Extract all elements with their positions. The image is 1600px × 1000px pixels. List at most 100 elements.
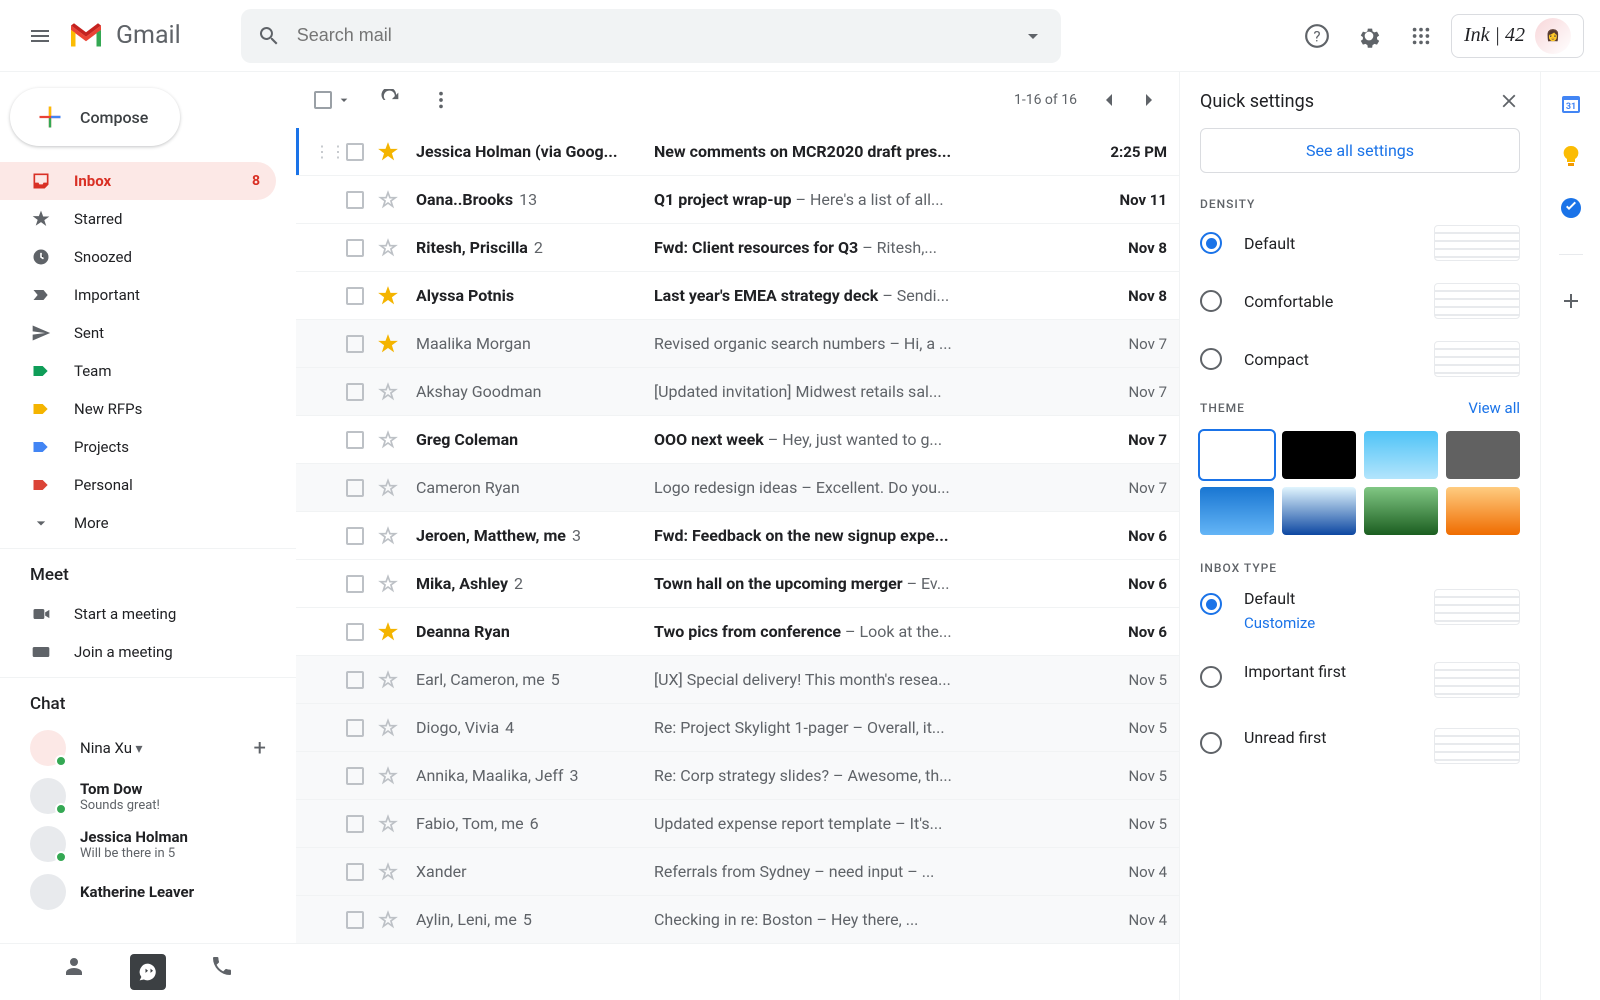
star-toggle[interactable] [378,286,400,306]
row-checkbox[interactable] [346,719,364,737]
star-toggle[interactable] [378,670,400,690]
star-toggle[interactable] [378,718,400,738]
star-toggle[interactable] [378,622,400,642]
see-all-settings-button[interactable]: See all settings [1200,128,1520,173]
search-options-icon[interactable] [1021,24,1045,48]
star-toggle[interactable] [378,526,400,546]
density-option-comfortable[interactable]: Comfortable [1200,283,1520,319]
meet-start-a-meeting[interactable]: Start a meeting [0,595,276,633]
account-chip[interactable]: Ink | 42 👩 [1451,14,1584,58]
row-checkbox[interactable] [346,383,364,401]
sidebar-item-inbox[interactable]: Inbox8 [0,162,276,200]
message-row[interactable]: ⋮⋮XanderReferrals from Sydney – need inp… [296,848,1179,896]
row-checkbox[interactable] [346,431,364,449]
theme-thumbnail[interactable] [1200,431,1274,479]
star-toggle[interactable] [378,430,400,450]
add-app-icon[interactable] [1559,289,1583,313]
search-input[interactable] [297,25,1021,46]
message-row[interactable]: ⋮⋮Fabio, Tom, me6Updated expense report … [296,800,1179,848]
theme-thumbnail[interactable] [1446,487,1520,535]
calendar-app-icon[interactable]: 31 [1559,92,1583,116]
message-row[interactable]: ⋮⋮Diogo, Vivia4Re: Project Skylight 1-pa… [296,704,1179,752]
gmail-logo[interactable]: Gmail [68,21,181,50]
sidebar-item-important[interactable]: Important [0,276,276,314]
tasks-app-icon[interactable] [1559,196,1583,220]
row-checkbox[interactable] [346,143,364,161]
row-checkbox[interactable] [346,863,364,881]
star-toggle[interactable] [378,574,400,594]
compose-button[interactable]: Compose [10,88,180,146]
message-row[interactable]: ⋮⋮Maalika MorganRevised organic search n… [296,320,1179,368]
row-checkbox[interactable] [346,191,364,209]
search-box[interactable] [241,9,1061,63]
message-row[interactable]: ⋮⋮Jeroen, Matthew, me3Fwd: Feedback on t… [296,512,1179,560]
drag-handle-icon[interactable]: ⋮⋮ [314,142,332,161]
message-row[interactable]: ⋮⋮Annika, Maalika, Jeff3Re: Corp strateg… [296,752,1179,800]
phone-icon[interactable] [210,954,234,978]
person-icon[interactable] [62,954,86,978]
message-row[interactable]: ⋮⋮Alyssa PotnisLast year's EMEA strategy… [296,272,1179,320]
main-menu-button[interactable] [16,12,64,60]
sidebar-item-projects[interactable]: Projects [0,428,276,466]
hangouts-icon[interactable] [130,954,166,990]
help-button[interactable]: ? [1295,14,1339,58]
message-row[interactable]: ⋮⋮Ritesh, Priscilla2Fwd: Client resource… [296,224,1179,272]
message-row[interactable]: ⋮⋮Greg ColemanOOO next week – Hey, just … [296,416,1179,464]
keep-app-icon[interactable] [1559,144,1583,168]
message-row[interactable]: ⋮⋮Jessica Holman (via Goog...New comment… [296,128,1179,176]
theme-thumbnail[interactable] [1282,487,1356,535]
inbox-type-important-first[interactable]: Important first [1200,662,1520,698]
row-checkbox[interactable] [346,239,364,257]
theme-thumbnail[interactable] [1364,487,1438,535]
settings-button[interactable] [1347,14,1391,58]
row-checkbox[interactable] [346,911,364,929]
row-checkbox[interactable] [346,335,364,353]
sidebar-item-snoozed[interactable]: Snoozed [0,238,276,276]
star-toggle[interactable] [378,334,400,354]
inbox-type-default[interactable]: DefaultCustomize [1200,589,1520,632]
chat-self[interactable]: Nina Xu ▾ + [0,724,296,772]
star-toggle[interactable] [378,862,400,882]
star-toggle[interactable] [378,142,400,162]
message-row[interactable]: ⋮⋮Akshay Goodman[Updated invitation] Mid… [296,368,1179,416]
chat-contact[interactable]: Jessica HolmanWill be there in 5 [0,820,296,868]
message-row[interactable]: ⋮⋮Deanna RyanTwo pics from conference – … [296,608,1179,656]
message-row[interactable]: ⋮⋮Cameron RyanLogo redesign ideas – Exce… [296,464,1179,512]
new-chat-icon[interactable]: + [254,736,266,761]
density-option-default[interactable]: Default [1200,225,1520,261]
theme-thumbnail[interactable] [1282,431,1356,479]
row-checkbox[interactable] [346,527,364,545]
density-option-compact[interactable]: Compact [1200,341,1520,377]
more-actions-button[interactable] [430,89,452,111]
meet-join-a-meeting[interactable]: Join a meeting [0,633,276,671]
star-toggle[interactable] [378,382,400,402]
sidebar-item-more[interactable]: More [0,504,276,542]
theme-view-all-link[interactable]: View all [1468,399,1520,417]
row-checkbox[interactable] [346,815,364,833]
theme-thumbnail[interactable] [1446,431,1520,479]
select-all-checkbox[interactable] [314,91,332,109]
message-row[interactable]: ⋮⋮Aylin, Leni, me5Checking in re: Boston… [296,896,1179,944]
star-toggle[interactable] [378,478,400,498]
star-toggle[interactable] [378,910,400,930]
star-toggle[interactable] [378,766,400,786]
star-toggle[interactable] [378,814,400,834]
sidebar-item-sent[interactable]: Sent [0,314,276,352]
row-checkbox[interactable] [346,671,364,689]
customize-link[interactable]: Customize [1244,614,1434,632]
chat-contact[interactable]: Katherine Leaver [0,868,296,916]
theme-thumbnail[interactable] [1364,431,1438,479]
apps-button[interactable] [1399,14,1443,58]
sidebar-item-starred[interactable]: Starred [0,200,276,238]
row-checkbox[interactable] [346,575,364,593]
next-page-button[interactable] [1137,88,1161,112]
refresh-button[interactable] [380,89,402,111]
row-checkbox[interactable] [346,767,364,785]
star-toggle[interactable] [378,190,400,210]
message-row[interactable]: ⋮⋮Earl, Cameron, me5[UX] Special deliver… [296,656,1179,704]
row-checkbox[interactable] [346,479,364,497]
message-row[interactable]: ⋮⋮Oana..Brooks13Q1 project wrap-up – Her… [296,176,1179,224]
close-settings-button[interactable] [1498,90,1520,112]
chat-contact[interactable]: Tom DowSounds great! [0,772,296,820]
select-dropdown-icon[interactable] [336,92,352,108]
